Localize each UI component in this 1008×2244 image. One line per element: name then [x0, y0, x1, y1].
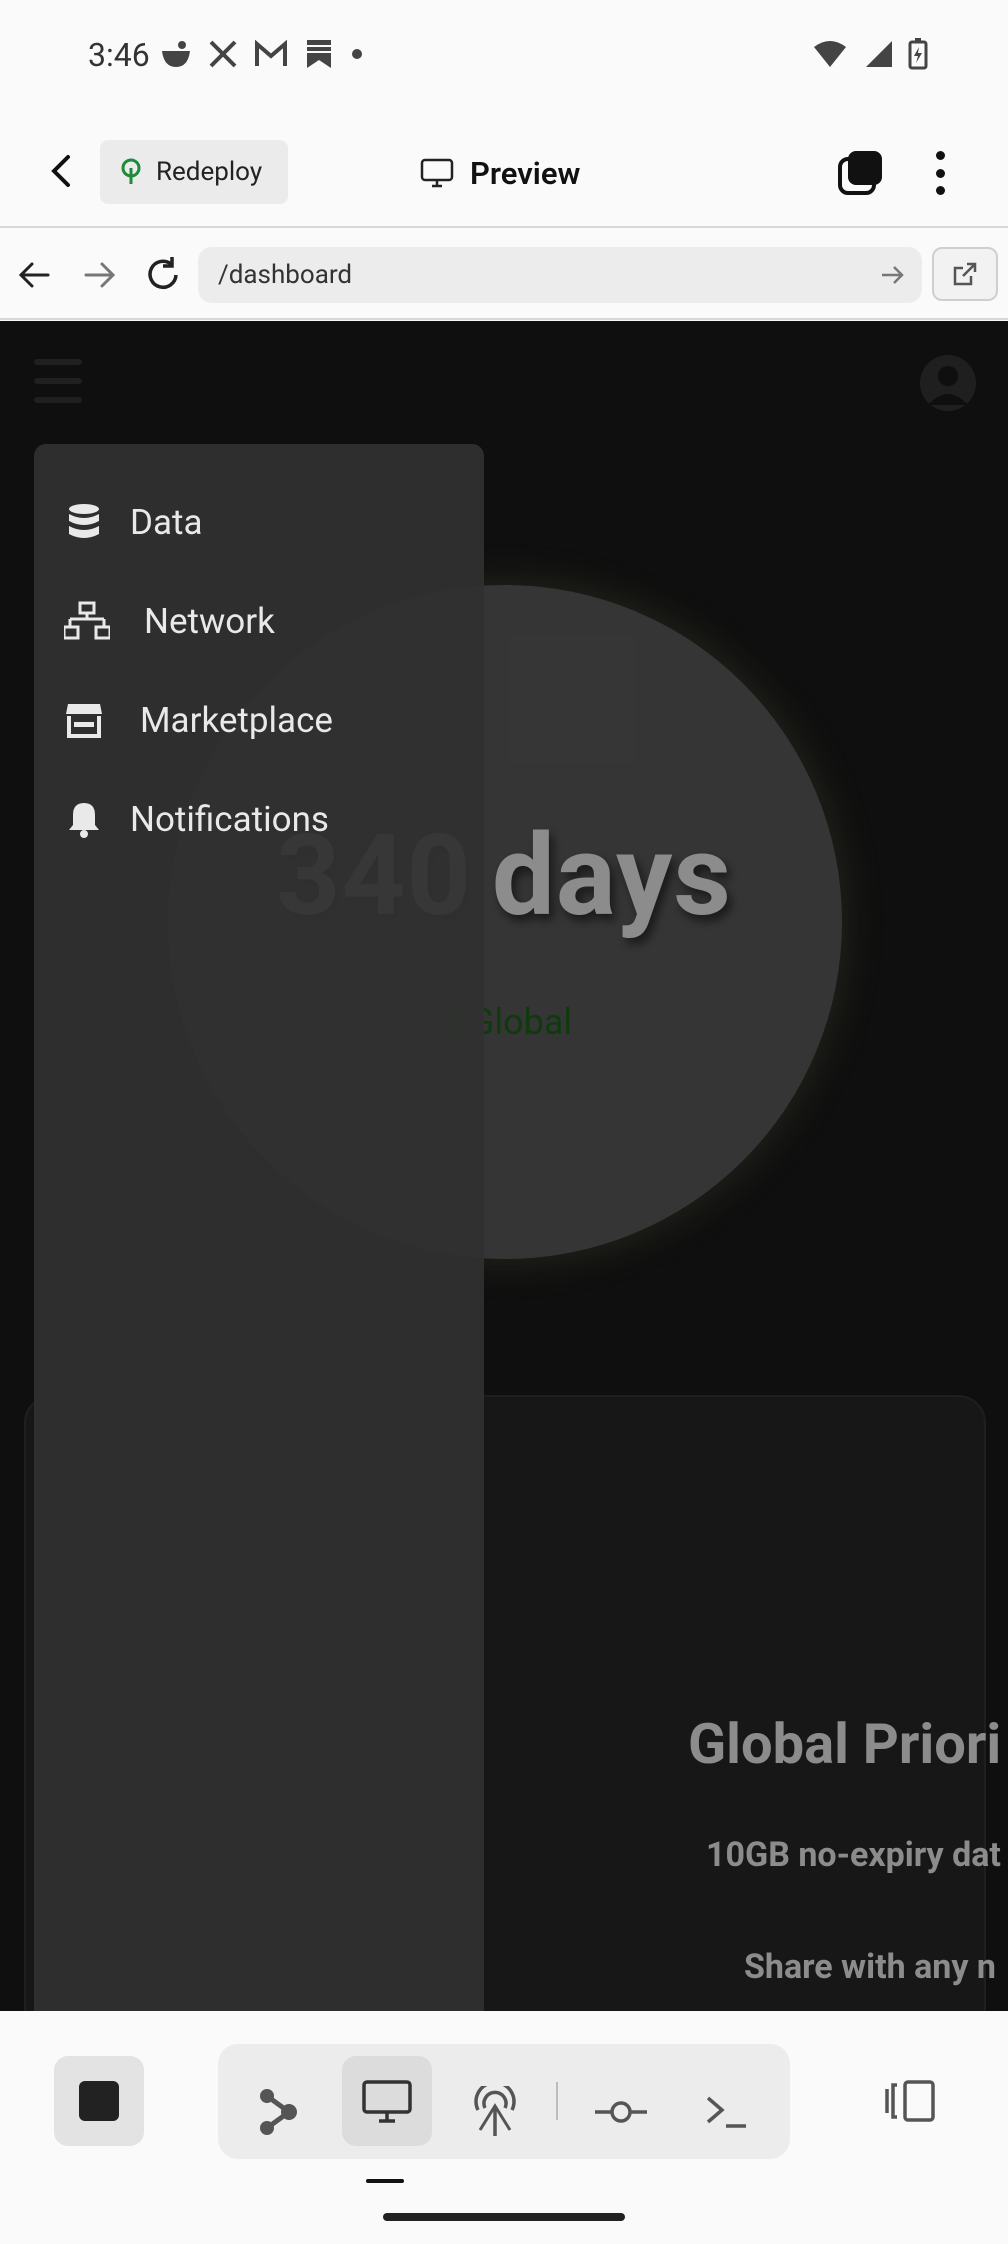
drawer-item-network[interactable]: Network	[34, 575, 484, 667]
drawer-item-label: Network	[144, 600, 275, 642]
bowl-icon	[162, 41, 190, 67]
stop-button[interactable]	[54, 2056, 144, 2146]
avatar[interactable]	[920, 355, 976, 411]
tool-group	[218, 2044, 790, 2159]
web-viewport: 340days Global Global Priori 10GB no-exp…	[0, 321, 1008, 2011]
redeploy-label: Redeploy	[156, 157, 263, 187]
url-bar: /dashboard	[0, 230, 1008, 320]
antenna-icon	[474, 2086, 516, 2136]
drawer-item-label: Marketplace	[140, 699, 333, 741]
more-vert-icon[interactable]	[922, 145, 958, 201]
plan-feature-1: 10GB no-expiry dat	[706, 1835, 1001, 1875]
go-arrow-icon[interactable]	[878, 261, 906, 289]
region-text: Global	[469, 1001, 573, 1043]
divider	[556, 2082, 558, 2120]
plan-title: Global Priori	[688, 1711, 1002, 1777]
open-external-button[interactable]	[932, 247, 998, 301]
drawer-item-marketplace[interactable]: Marketplace	[34, 674, 484, 766]
arrow-right-icon[interactable]	[78, 254, 120, 296]
user-icon	[928, 366, 968, 405]
drawer-item-data[interactable]: Data	[34, 476, 484, 568]
bookmark-icon	[307, 40, 331, 68]
status-bar: 3:46	[0, 0, 1008, 115]
battery-charging-icon	[908, 38, 928, 70]
arrow-left-icon[interactable]	[14, 254, 56, 296]
wifi-icon	[814, 41, 846, 67]
preview-label: Preview	[470, 154, 581, 192]
tree-icon	[121, 158, 141, 184]
x-logo-icon	[209, 40, 237, 68]
drawer-item-notifications[interactable]: Notifications	[34, 773, 484, 865]
graph-icon	[260, 2089, 297, 2135]
monitor-icon	[420, 158, 454, 188]
antenna-button[interactable]	[450, 2067, 540, 2157]
drawer-item-label: Notifications	[130, 798, 329, 840]
gesture-bar[interactable]	[383, 2213, 625, 2221]
plan-feature-2: Share with any n	[744, 1947, 996, 1987]
status-time: 3:46	[88, 36, 150, 74]
terminal-icon	[706, 2096, 746, 2128]
commit-icon	[595, 2101, 647, 2123]
split-view-icon	[885, 2080, 935, 2122]
gmail-icon	[255, 40, 287, 66]
desktop-button[interactable]	[342, 2056, 432, 2146]
url-text: /dashboard	[218, 260, 353, 290]
active-indicator	[366, 2179, 404, 2183]
preview-toggle[interactable]: Preview	[420, 145, 580, 201]
days-unit: days	[491, 811, 732, 942]
open-external-icon	[953, 262, 977, 286]
graph-button[interactable]	[234, 2067, 324, 2157]
redeploy-button[interactable]: Redeploy	[100, 140, 288, 204]
bell-icon	[69, 803, 99, 838]
stop-icon	[79, 2081, 119, 2121]
bottom-toolbar	[0, 2011, 1008, 2244]
hamburger-menu-icon[interactable]	[34, 359, 82, 403]
terminal-button[interactable]	[682, 2067, 772, 2157]
tabs-icon[interactable]	[836, 149, 886, 199]
app-bar: Redeploy Preview	[0, 115, 1008, 228]
reload-icon[interactable]	[142, 254, 184, 296]
chevron-left-icon[interactable]	[42, 151, 82, 191]
desktop-icon	[362, 2080, 412, 2123]
signal-icon	[866, 41, 892, 67]
dot-icon	[352, 49, 362, 59]
database-icon	[69, 504, 99, 538]
split-view-button[interactable]	[870, 2056, 950, 2146]
nav-drawer: Data Network Marketplace Notifications	[34, 444, 484, 2011]
store-icon	[66, 704, 102, 738]
commit-button[interactable]	[576, 2067, 666, 2157]
network-icon	[64, 601, 110, 640]
drawer-item-label: Data	[130, 501, 203, 543]
url-input[interactable]: /dashboard	[198, 247, 922, 303]
